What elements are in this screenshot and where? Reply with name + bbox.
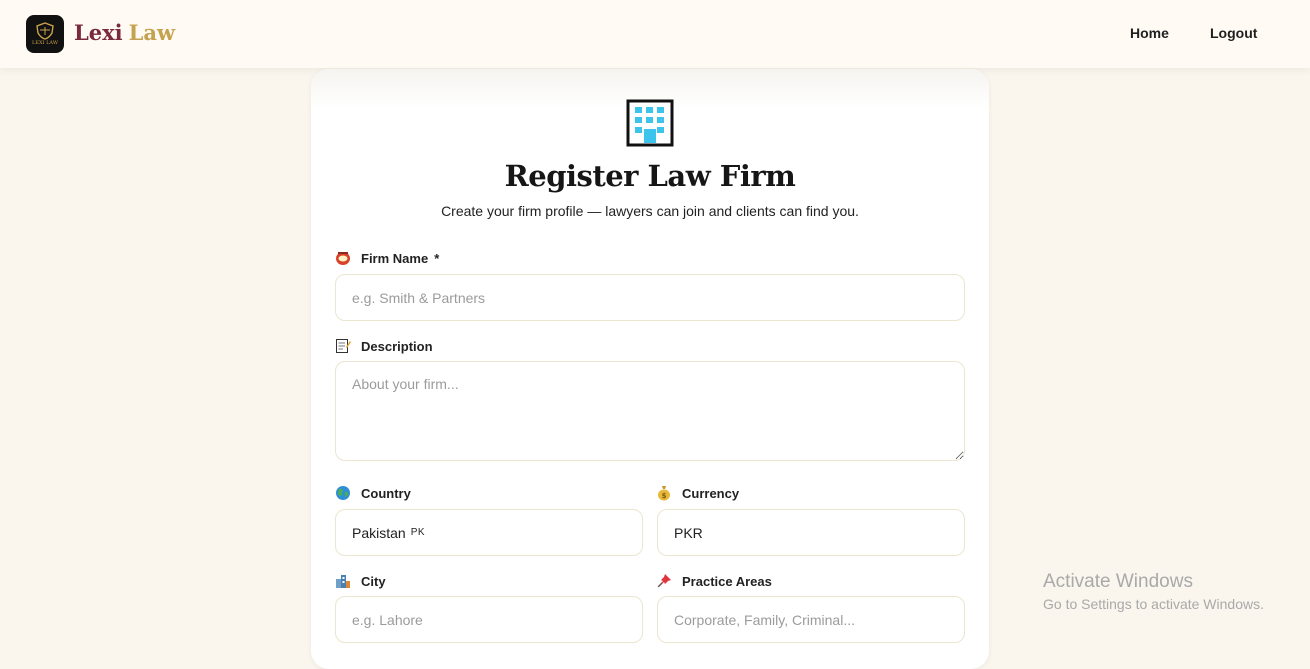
required-asterisk: * [434, 250, 440, 266]
logo-badge[interactable]: LEXI LAW [26, 15, 64, 53]
firm-name-label: Firm Name * [335, 250, 439, 266]
city-label-text: City [361, 573, 386, 589]
shield-logo-icon [36, 22, 54, 40]
nav-home-link[interactable]: Home [1130, 25, 1169, 41]
city-label: City [335, 573, 386, 589]
country-value: Pakistan [352, 524, 406, 541]
brand-name-part1: Lexi [74, 20, 123, 45]
activate-windows-subtitle: Go to Settings to activate Windows. [1043, 596, 1264, 612]
brand-name[interactable]: Lexi Law [74, 20, 175, 45]
top-navbar: LEXI LAW Lexi Law Home Logout [0, 0, 1310, 68]
register-firm-card: Register Law Firm Create your firm profi… [311, 69, 989, 669]
practice-areas-label-text: Practice Areas [682, 573, 772, 589]
scales-icon [336, 252, 350, 265]
brand-name-part2: Law [128, 20, 176, 45]
country-label-text: Country [361, 485, 411, 501]
pushpin-icon [657, 574, 671, 588]
description-label: Description [335, 338, 433, 354]
currency-label-text: Currency [682, 485, 740, 501]
money-bag-icon: $ [658, 486, 670, 501]
currency-label: $ Currency [656, 485, 739, 501]
logo-small-text: LEXI LAW [32, 40, 58, 46]
currency-field[interactable]: PKR [657, 509, 965, 556]
description-label-text: Description [361, 338, 433, 354]
firm-name-input[interactable] [335, 274, 965, 321]
globe-icon [336, 486, 350, 500]
page-title: Register Law Firm [504, 159, 796, 193]
description-textarea[interactable] [335, 361, 965, 461]
practice-areas-label: Practice Areas [656, 573, 772, 589]
svg-text:$: $ [662, 492, 667, 500]
office-building-icon [626, 99, 674, 147]
firm-name-label-text: Firm Name [361, 250, 429, 266]
currency-value: PKR [674, 524, 703, 541]
memo-icon [336, 339, 351, 353]
country-select[interactable]: Pakistan PK [335, 509, 643, 556]
nav-logout-link[interactable]: Logout [1210, 25, 1257, 41]
country-label: Country [335, 485, 411, 501]
page-subtitle: Create your firm profile — lawyers can j… [441, 203, 859, 219]
country-flag-code: PK [410, 527, 426, 538]
activate-windows-title: Activate Windows [1043, 571, 1193, 592]
cityscape-icon [336, 575, 350, 588]
